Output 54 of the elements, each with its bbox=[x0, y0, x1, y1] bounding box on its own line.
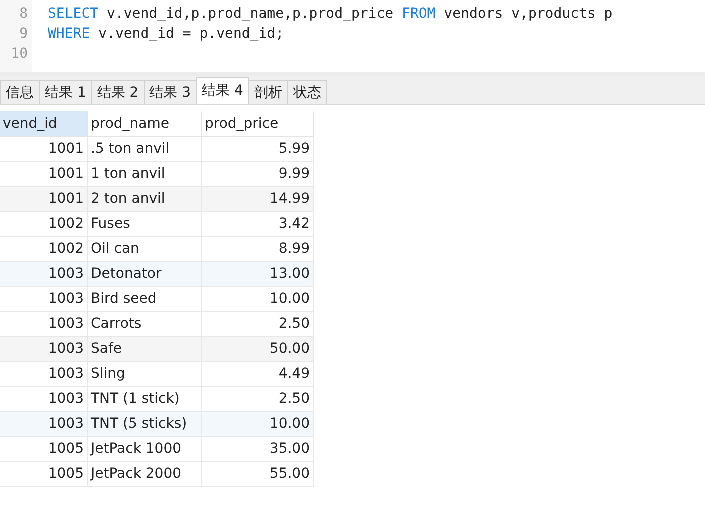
column-header[interactable]: prod_name bbox=[88, 111, 202, 137]
table-cell: 3.42 bbox=[202, 212, 314, 237]
column-header[interactable]: prod_price bbox=[202, 111, 314, 137]
table-cell: Bird seed bbox=[88, 287, 202, 312]
table-cell: 35.00 bbox=[202, 437, 314, 462]
table-cell: .5 ton anvil bbox=[88, 137, 202, 162]
table-cell: TNT (5 sticks) bbox=[88, 412, 202, 437]
table-cell: 1003 bbox=[0, 337, 88, 362]
table-cell: 1005 bbox=[0, 462, 88, 487]
table-cell: 5.99 bbox=[202, 137, 314, 162]
table-cell: 2.50 bbox=[202, 387, 314, 412]
table-cell: Sling bbox=[88, 362, 202, 387]
code-line: WHERE v.vend_id = p.vend_id; bbox=[48, 26, 284, 42]
table-cell: 9.99 bbox=[202, 162, 314, 187]
table-cell: 1002 bbox=[0, 212, 88, 237]
table-cell: 1 ton anvil bbox=[88, 162, 202, 187]
table-cell: 10.00 bbox=[202, 287, 314, 312]
line-number: 8 bbox=[18, 6, 29, 22]
table-cell: 1003 bbox=[0, 312, 88, 337]
result-tab[interactable]: 状态 bbox=[287, 80, 328, 104]
table-cell: 1001 bbox=[0, 162, 88, 187]
table-cell: 1003 bbox=[0, 262, 88, 287]
table-cell: 1005 bbox=[0, 437, 88, 462]
table-cell: 1001 bbox=[0, 187, 88, 212]
table-cell: TNT (1 stick) bbox=[88, 387, 202, 412]
table-cell: 50.00 bbox=[202, 337, 314, 362]
table-cell: 14.99 bbox=[202, 187, 314, 212]
table-cell: 2.50 bbox=[202, 312, 314, 337]
table-cell: JetPack 2000 bbox=[88, 462, 202, 487]
table-cell: Detonator bbox=[88, 262, 202, 287]
table-cell: 55.00 bbox=[202, 462, 314, 487]
table-cell: 2 ton anvil bbox=[88, 187, 202, 212]
table-cell: 13.00 bbox=[202, 262, 314, 287]
table-cell: JetPack 1000 bbox=[88, 437, 202, 462]
table-cell: 1001 bbox=[0, 137, 88, 162]
table-cell: Oil can bbox=[88, 237, 202, 262]
table-cell: 4.49 bbox=[202, 362, 314, 387]
table-cell: 1003 bbox=[0, 387, 88, 412]
table-cell: 1003 bbox=[0, 287, 88, 312]
table-cell: 1003 bbox=[0, 362, 88, 387]
code-line: SELECT v.vend_id,p.prod_name,p.prod_price FROM vendors v,products p bbox=[48, 6, 613, 22]
table-cell: 1002 bbox=[0, 237, 88, 262]
table-cell: Safe bbox=[88, 337, 202, 362]
table-cell: Carrots bbox=[88, 312, 202, 337]
line-number: 10 bbox=[10, 46, 29, 62]
table-cell: 1003 bbox=[0, 412, 88, 437]
table-cell: 10.00 bbox=[202, 412, 314, 437]
line-number: 9 bbox=[18, 26, 29, 42]
sql-editor[interactable]: 8 SELECT v.vend_id,p.prod_name,p.prod_price FROM vendors v,products p 9 WHERE v.vend_id = p.vend_id; 10 bbox=[0, 0, 705, 76]
result-tab[interactable]: 信息 bbox=[0, 80, 40, 104]
column-header[interactable]: vend_id bbox=[0, 111, 88, 137]
result-tab[interactable]: 结果 4 bbox=[196, 77, 250, 104]
table-cell: Fuses bbox=[88, 212, 202, 237]
table-cell: 8.99 bbox=[202, 237, 314, 262]
